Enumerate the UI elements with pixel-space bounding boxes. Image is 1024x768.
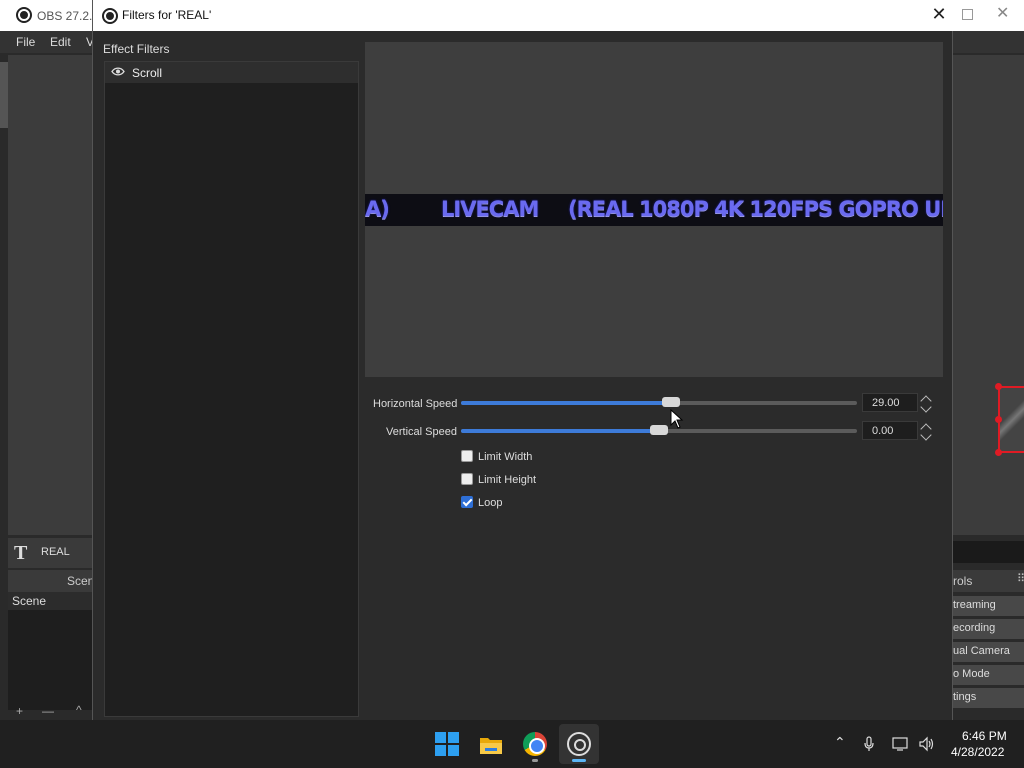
vertical-speed-stepper[interactable] — [919, 421, 933, 441]
obs-logo-icon — [102, 8, 118, 24]
virtual-camera-button[interactable]: ual Camera — [953, 642, 1024, 662]
source-row-real[interactable]: T REAL — [8, 538, 92, 568]
limit-height-label: Limit Height — [478, 474, 537, 486]
limit-width-label: Limit Width — [478, 451, 533, 463]
dock-menu-icon[interactable]: ⠿ — [1017, 572, 1024, 585]
loop-label: Loop — [478, 497, 503, 509]
chrome-icon[interactable] — [523, 732, 547, 756]
filter-item-scroll[interactable]: Scroll — [105, 62, 358, 83]
source-name: REAL — [41, 546, 70, 558]
slider-fill — [461, 401, 671, 405]
vertical-speed-label: Vertical Speed — [386, 426, 457, 438]
scene-item[interactable]: Scene — [8, 592, 92, 610]
vertical-speed-slider[interactable] — [461, 425, 857, 435]
controls-dock-header: rols ⠿ — [953, 570, 1024, 592]
close-icon[interactable]: ✕ — [996, 6, 1009, 22]
vertical-speed-input[interactable]: 0.00 — [862, 421, 918, 440]
dialog-title: Filters for 'REAL' — [122, 8, 212, 22]
chrome-running-indicator — [532, 759, 538, 762]
network-icon[interactable] — [892, 736, 910, 752]
start-recording-button[interactable]: ecording — [953, 619, 1024, 639]
filters-dialog: Filters for 'REAL' ✕ Effect Filters Scro… — [92, 0, 954, 720]
controls-header-label: rols — [953, 574, 973, 588]
resize-handle[interactable] — [995, 416, 1002, 423]
obs-logo-icon — [16, 7, 32, 23]
main-preview-area-right — [953, 55, 1024, 535]
scenes-dock-header: Scen — [8, 570, 95, 592]
loop-checkbox[interactable] — [461, 496, 473, 508]
microphone-icon[interactable] — [863, 736, 875, 752]
main-preview-area — [8, 55, 92, 535]
obs-icon[interactable] — [567, 732, 591, 756]
limit-width-checkbox[interactable] — [461, 450, 473, 462]
banner-text-middle: LIVECAM — [441, 197, 539, 221]
resize-handle[interactable] — [995, 383, 1002, 390]
filter-name: Scroll — [132, 66, 163, 80]
horizontal-speed-input[interactable]: 29.00 — [862, 393, 918, 412]
text-source-icon: T — [14, 542, 28, 564]
limit-height-checkbox[interactable] — [461, 473, 473, 485]
slider-handle[interactable] — [650, 425, 668, 435]
scenes-list: Scene — [8, 592, 92, 710]
volume-icon[interactable] — [918, 736, 936, 752]
scrolling-text-banner: A) LIVECAM (REAL 1080P 4K 120FPS GOPRO U… — [365, 194, 943, 226]
chevron-up-icon[interactable]: ⌃ — [834, 734, 846, 751]
studio-mode-button[interactable]: o Mode — [953, 665, 1024, 685]
resize-handle[interactable] — [995, 449, 1002, 456]
banner-text-right: (REAL 1080P 4K 120FPS GOPRO ULRT — [568, 197, 943, 221]
close-icon[interactable]: ✕ — [927, 4, 951, 26]
left-edge-strip — [0, 62, 8, 128]
start-icon[interactable] — [435, 732, 459, 756]
scenes-header-label: Scen — [67, 574, 95, 588]
main-window-title: OBS 27.2.4 — [37, 9, 100, 23]
file-explorer-icon[interactable] — [479, 733, 503, 757]
filter-list: Scroll — [104, 61, 359, 717]
slider-fill — [461, 429, 659, 433]
slider-handle[interactable] — [662, 397, 680, 407]
filter-preview: A) LIVECAM (REAL 1080P 4K 120FPS GOPRO U… — [365, 42, 943, 377]
chevron-up-icon[interactable]: ^ — [76, 703, 82, 717]
dock-separator — [953, 541, 1024, 563]
eye-icon[interactable] — [111, 67, 125, 76]
add-icon[interactable]: + — [16, 704, 23, 718]
maximize-icon[interactable] — [962, 9, 973, 20]
horizontal-speed-stepper[interactable] — [919, 393, 933, 413]
effect-filters-label: Effect Filters — [103, 42, 170, 56]
selected-source-outline[interactable] — [995, 383, 1024, 456]
clock-date[interactable]: 4/28/2022 — [951, 745, 1004, 759]
settings-button[interactable]: tings — [953, 688, 1024, 708]
scenes-toolbar: + — ^ — [8, 703, 92, 720]
dialog-titlebar: Filters for 'REAL' ✕ — [93, 0, 954, 31]
menu-file[interactable]: File — [16, 35, 35, 49]
horizontal-speed-label: Horizontal Speed — [373, 398, 458, 410]
mouse-cursor-icon — [670, 409, 684, 429]
horizontal-speed-slider[interactable] — [461, 397, 857, 407]
menu-edit[interactable]: Edit — [50, 35, 71, 49]
remove-icon[interactable]: — — [42, 704, 54, 718]
banner-text-left: A) — [365, 197, 390, 221]
start-streaming-button[interactable]: treaming — [953, 596, 1024, 616]
clock-time[interactable]: 6:46 PM — [962, 729, 1007, 743]
obs-active-indicator — [572, 759, 586, 762]
